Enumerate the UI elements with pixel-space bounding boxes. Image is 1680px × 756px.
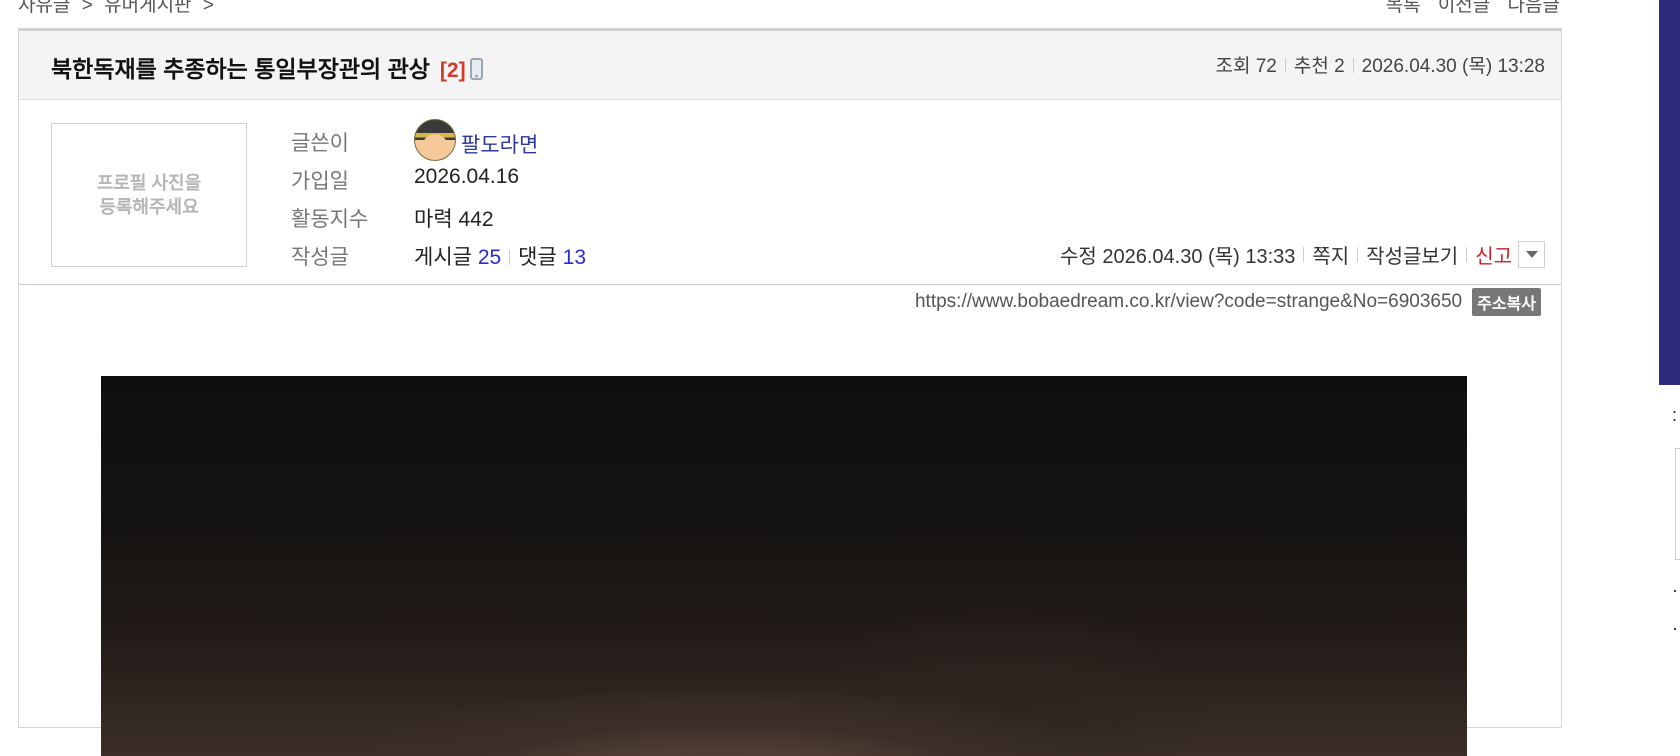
sidebar-bullet: · <box>1672 580 1678 600</box>
post-title: 북한독재를 추종하는 통일부장관의 관상 <box>51 56 430 82</box>
writer-label: 글쓴이 <box>291 132 349 155</box>
message-link[interactable]: 쪽지 <box>1312 240 1349 269</box>
article: 북한독재를 추종하는 통일부장관의 관상 [2] 조회 72 추천 2 2026.04… <box>18 28 1562 756</box>
breadcrumb: 자유글 > 유머게시판 > <box>18 0 220 17</box>
page-title: 북한독재를 추종하는 통일부장관의 관상 [2] <box>51 50 483 84</box>
activity-label: 활동지수 <box>291 208 369 231</box>
report-link[interactable]: 신고 <box>1475 240 1512 269</box>
breadcrumb-sep: > <box>202 0 214 16</box>
comments-count[interactable]: 13 <box>563 246 586 269</box>
sidebar-bullet: · <box>1672 618 1678 638</box>
recommend-count: 추천 2 <box>1293 56 1345 77</box>
next-post-link[interactable]: 다음글 <box>1508 0 1560 16</box>
url-row: https://www.bobaedream.co.kr/view?code=s… <box>915 288 1541 316</box>
modified-date: 수정 2026.04.30 (목) 13:33 <box>1060 246 1296 268</box>
list-link[interactable]: 목록 <box>1386 0 1421 16</box>
post-image <box>101 376 1467 756</box>
posts-count[interactable]: 25 <box>478 246 501 269</box>
post-meta: 조회 72 추천 2 2026.04.30 (목) 13:28 <box>1215 51 1545 78</box>
divider <box>1352 58 1354 73</box>
posts-count-label: 게시글 <box>414 246 472 269</box>
post-url: https://www.bobaedream.co.kr/view?code=s… <box>914 291 1463 312</box>
copy-url-button[interactable]: 주소복사 <box>1472 288 1541 316</box>
post-date: 2026.04.30 (목) 13:28 <box>1361 56 1545 77</box>
joined-date: 2026.04.16 <box>414 165 520 188</box>
breadcrumb-item[interactable]: 유머게시판 <box>104 0 191 16</box>
sidebar-box <box>1675 448 1680 560</box>
chevron-down-icon[interactable] <box>1518 241 1545 268</box>
comment-count[interactable]: [2] <box>440 59 466 82</box>
activity-value: 마력 442 <box>414 208 494 231</box>
view-count: 조회 72 <box>1215 56 1277 77</box>
divider <box>1466 247 1468 262</box>
joined-label: 가입일 <box>291 170 349 193</box>
profile-placeholder: 프로필 사진을 등록해주세요 <box>51 123 247 267</box>
top-bar: 자유글 > 유머게시판 > 목록 이전글 다음글 <box>0 0 1560 16</box>
prev-post-link[interactable]: 이전글 <box>1438 0 1490 16</box>
divider <box>509 250 511 265</box>
posts-stats: 게시글 25 댓글 13 <box>414 241 586 271</box>
author-block: 프로필 사진을 등록해주세요 글쓴이 팔도라면 가입일 2026.04.16 활… <box>19 100 1561 285</box>
title-bar: 북한독재를 추종하는 통일부장관의 관상 [2] 조회 72 추천 2 2026.04… <box>19 31 1561 100</box>
posts-label: 작성글 <box>291 246 349 269</box>
divider <box>1357 247 1359 262</box>
breadcrumb-item[interactable]: 자유글 <box>18 0 70 16</box>
author-nickname[interactable]: 팔도라면 <box>461 134 538 157</box>
sidebar-heading-fragment: : <box>1672 405 1678 425</box>
breadcrumb-sep: > <box>81 0 93 16</box>
profile-placeholder-text: 프로필 사진을 등록해주세요 <box>96 173 202 217</box>
author-actions: 수정 2026.04.30 (목) 13:33 쪽지 작성글보기 신고 <box>1060 240 1545 269</box>
avatar[interactable] <box>414 119 456 161</box>
divider <box>1284 58 1286 73</box>
mobile-icon <box>469 58 483 80</box>
sidebar-banner <box>1659 0 1680 385</box>
writer-value[interactable]: 팔도라면 <box>414 119 538 161</box>
divider <box>1303 247 1305 262</box>
view-posts-link[interactable]: 작성글보기 <box>1366 240 1458 269</box>
post-navigation: 목록 이전글 다음글 <box>1374 0 1560 17</box>
comments-count-label: 댓글 <box>518 246 557 269</box>
